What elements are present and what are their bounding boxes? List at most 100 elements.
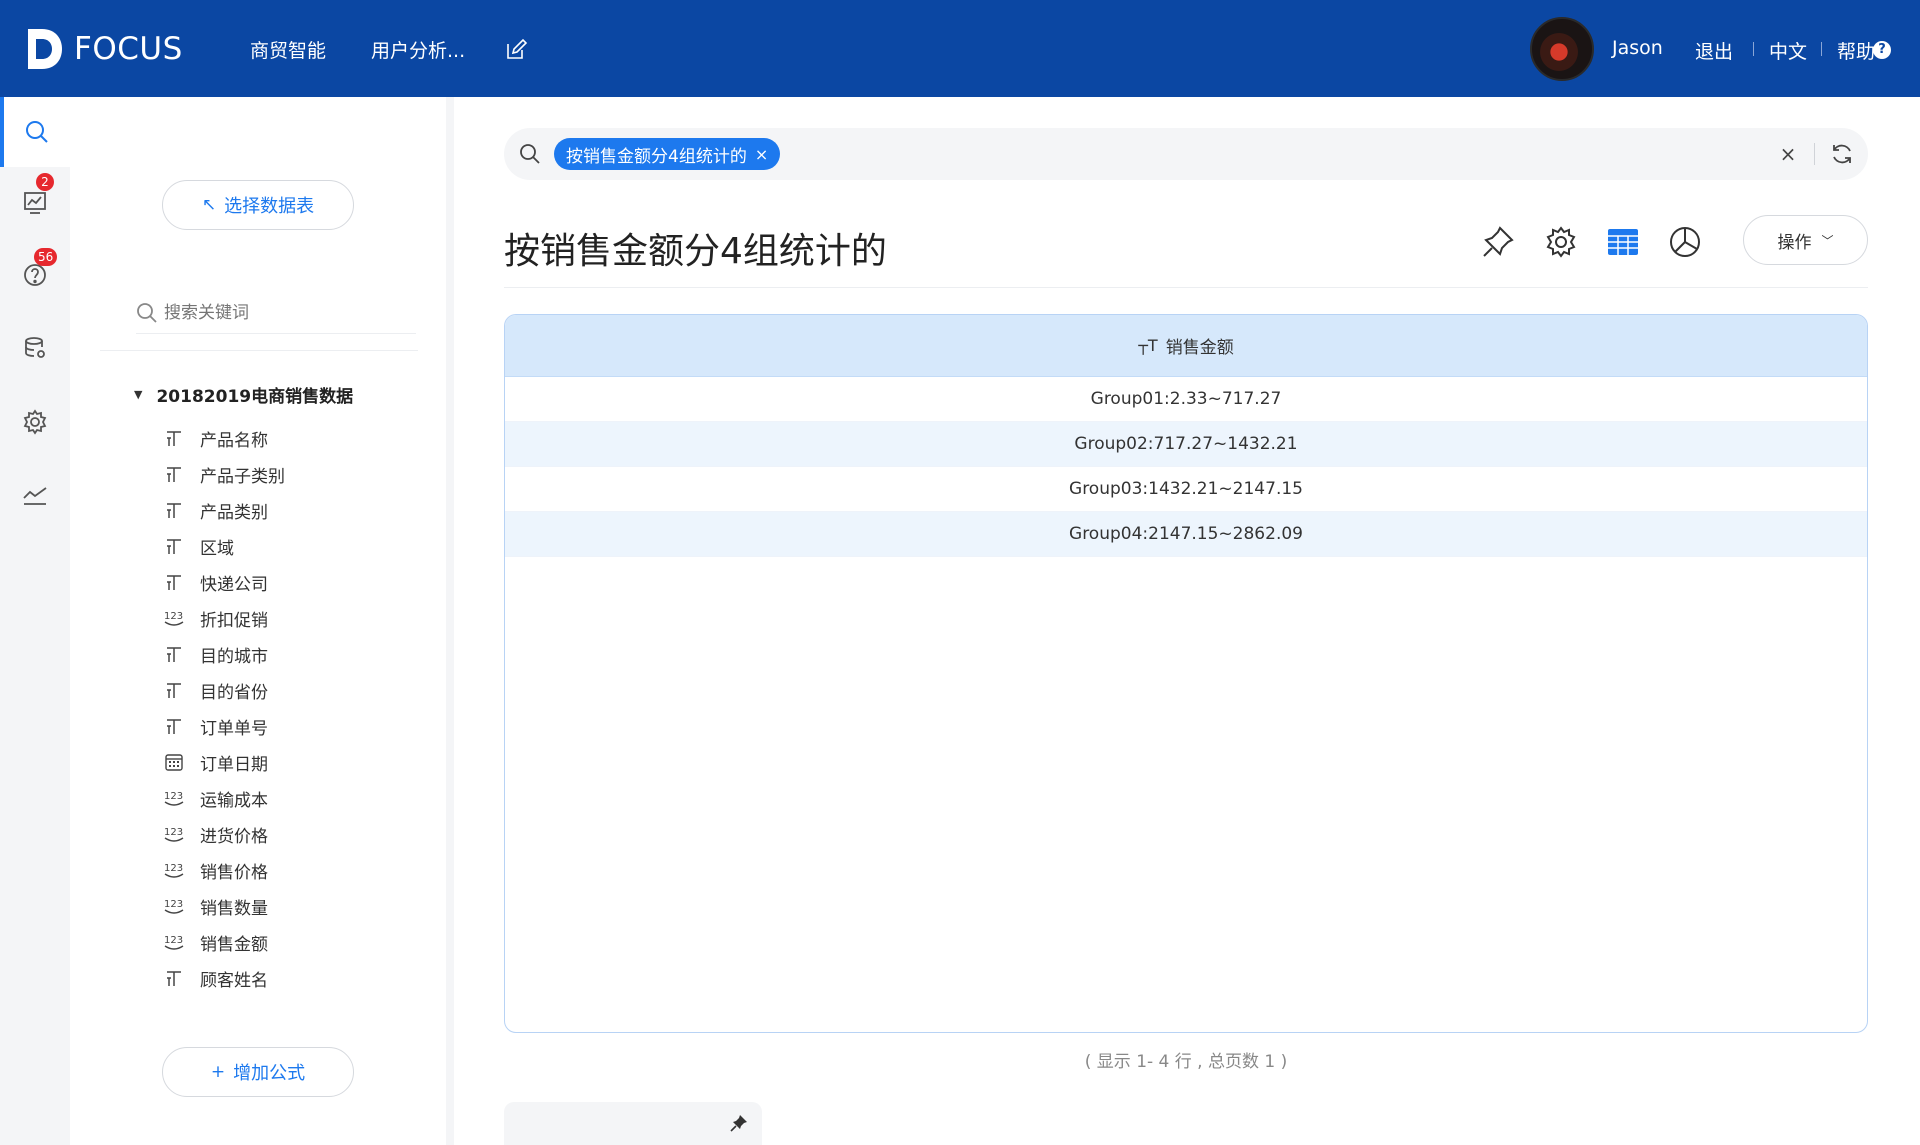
- svg-text:123: 123: [164, 935, 183, 946]
- field-item[interactable]: 123 销售价格: [162, 852, 285, 888]
- field-item[interactable]: 产品类别: [162, 492, 285, 528]
- plus-icon: +: [210, 1062, 226, 1082]
- table-view-icon[interactable]: [1605, 224, 1641, 260]
- result-title: 按销售金额分4组统计的: [504, 231, 887, 272]
- query-search-bar[interactable]: 按销售金额分4组统计的 × ×: [504, 128, 1868, 180]
- field-label: 快递公司: [200, 574, 268, 595]
- chevron-down-icon: ﹀: [1821, 233, 1834, 248]
- pin-icon[interactable]: [730, 1114, 748, 1132]
- field-item[interactable]: 目的城市: [162, 636, 285, 672]
- rail-data-sources[interactable]: [0, 313, 70, 383]
- user-name[interactable]: Jason: [1612, 37, 1663, 59]
- field-item[interactable]: 订单日期: [162, 744, 285, 780]
- field-item[interactable]: 区域: [162, 528, 285, 564]
- field-label: 销售价格: [200, 862, 268, 883]
- help-link[interactable]: 帮助: [1837, 37, 1875, 64]
- svg-text:123: 123: [164, 899, 183, 910]
- number-type-icon: 123: [162, 931, 186, 953]
- select-table-label: 选择数据表: [224, 196, 315, 217]
- add-formula-label: 增加公式: [233, 1063, 306, 1084]
- table-row[interactable]: Group04:2147.15~2862.09: [505, 512, 1867, 557]
- table-cell: Group01:2.33~717.27: [1090, 389, 1282, 409]
- rail-trends[interactable]: [0, 460, 70, 530]
- keyword-search-input[interactable]: [164, 302, 384, 323]
- field-label: 目的城市: [200, 646, 268, 667]
- field-item[interactable]: 123 销售数量: [162, 888, 285, 924]
- table-row[interactable]: Group02:717.27~1432.21: [505, 422, 1867, 467]
- table-cell: Group04:2147.15~2862.09: [1069, 524, 1303, 544]
- number-type-icon: 123: [162, 823, 186, 845]
- clear-search-icon[interactable]: ×: [1774, 140, 1802, 168]
- table-tree-node[interactable]: ▼ 20182019电商销售数据: [134, 382, 353, 407]
- edit-icon[interactable]: [504, 38, 528, 62]
- logout-link[interactable]: 退出: [1695, 37, 1733, 64]
- top-navigation-bar: FOCUS 商贸智能 用户分析... Jason 退出 中文 帮助 ?: [0, 0, 1920, 97]
- divider: [100, 350, 418, 351]
- header-separator: [1753, 42, 1754, 56]
- caret-down-icon[interactable]: ▼: [134, 388, 142, 401]
- table-body: Group01:2.33~717.27 Group02:717.27~1432.2…: [505, 377, 1867, 557]
- field-item[interactable]: 订单单号: [162, 708, 285, 744]
- rail-settings[interactable]: [0, 387, 70, 457]
- search-icon: [520, 144, 540, 164]
- rail-questions[interactable]: 56: [0, 240, 70, 310]
- select-table-button[interactable]: ↖ 选择数据表: [162, 180, 354, 230]
- add-formula-button[interactable]: + 增加公式: [162, 1047, 354, 1097]
- pie-chart-icon[interactable]: [1667, 224, 1703, 260]
- field-item[interactable]: 目的省份: [162, 672, 285, 708]
- svg-text:123: 123: [164, 611, 183, 622]
- help-question-icon[interactable]: ?: [1873, 41, 1891, 59]
- focus-logo-icon: [28, 29, 62, 69]
- query-token-chip[interactable]: 按销售金额分4组统计的 ×: [554, 138, 781, 170]
- field-label: 进货价格: [200, 826, 268, 847]
- pin-icon[interactable]: [1480, 224, 1516, 260]
- nav-item-trade-intelligence[interactable]: 商贸智能: [250, 36, 326, 63]
- text-field-icon: ┬T: [1138, 336, 1158, 355]
- operations-label: 操作: [1777, 232, 1812, 253]
- field-item[interactable]: 快递公司: [162, 564, 285, 600]
- rail-search[interactable]: [0, 97, 70, 167]
- field-list: 产品名称产品子类别 产品类别区域快递公司 123 折扣促销目的城市目的省份订单单号订单…: [162, 420, 285, 996]
- table-header[interactable]: ┬T 销售金额: [505, 315, 1867, 377]
- left-icon-rail: 2 56: [0, 97, 70, 1145]
- field-item[interactable]: 123 进货价格: [162, 816, 285, 852]
- operations-dropdown[interactable]: 操作 ﹀: [1743, 215, 1868, 265]
- database-icon: [25, 337, 45, 358]
- search-icon: [137, 302, 157, 323]
- table-row[interactable]: Group01:2.33~717.27: [505, 377, 1867, 422]
- text-type-icon: [162, 499, 186, 521]
- keyword-search[interactable]: [136, 300, 416, 334]
- field-item[interactable]: 123 折扣促销: [162, 600, 285, 636]
- field-label: 订单日期: [200, 754, 268, 775]
- settings-icon: [23, 409, 47, 435]
- nav-item-user-analysis[interactable]: 用户分析...: [371, 36, 465, 63]
- field-label: 产品名称: [200, 430, 268, 451]
- user-avatar[interactable]: [1530, 17, 1594, 81]
- field-item[interactable]: 产品子类别: [162, 456, 285, 492]
- field-item[interactable]: 顾客姓名: [162, 960, 285, 996]
- pinned-card[interactable]: [504, 1102, 762, 1145]
- field-item[interactable]: 123 运输成本: [162, 780, 285, 816]
- divider: [504, 287, 1868, 288]
- field-item[interactable]: 123 销售金额: [162, 924, 285, 960]
- field-item[interactable]: 产品名称: [162, 420, 285, 456]
- text-type-icon: [162, 715, 186, 737]
- focus-logo[interactable]: FOCUS: [24, 25, 183, 73]
- field-label: 区域: [200, 538, 234, 559]
- number-type-icon: 123: [162, 895, 186, 917]
- table-row[interactable]: Group03:1432.21~2147.15: [505, 467, 1867, 512]
- chip-close-icon[interactable]: ×: [755, 145, 768, 164]
- search-icon: [26, 121, 48, 143]
- field-label: 销售数量: [200, 898, 268, 919]
- text-type-icon: [162, 571, 186, 593]
- number-type-icon: 123: [162, 607, 186, 629]
- rail-dashboard[interactable]: 2: [0, 167, 70, 237]
- trend-icon: [23, 487, 47, 505]
- column-header-sales-amount: 销售金额: [1165, 338, 1234, 358]
- svg-text:123: 123: [164, 827, 183, 838]
- field-label: 目的省份: [200, 682, 268, 703]
- field-label: 顾客姓名: [200, 970, 268, 991]
- refresh-icon[interactable]: [1828, 140, 1856, 168]
- settings-icon[interactable]: [1543, 224, 1579, 260]
- language-switch[interactable]: 中文: [1769, 37, 1807, 64]
